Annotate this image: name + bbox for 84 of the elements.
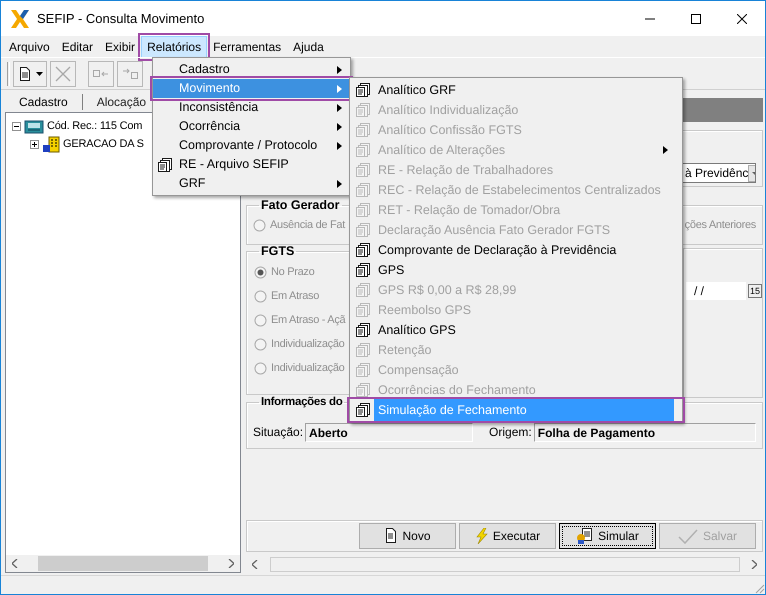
menu-item[interactable]: Analítico GRF [350,80,682,100]
caret-icon [36,72,43,76]
menu-item[interactable]: GPS [350,260,682,280]
submenu-arrow-icon [663,146,668,154]
submenu-arrow-icon [337,104,342,112]
field-label: Origem: [489,424,532,441]
action-button[interactable]: Simular [559,523,656,549]
checkmark-icon [678,528,698,544]
submenu-arrow-icon [337,84,342,92]
scrollbar-thumb[interactable] [38,556,208,571]
app-logo-icon [9,8,31,30]
resize-grip-icon[interactable] [753,582,765,594]
document-icon [17,66,33,82]
origin-field: Folha de Pagamento [534,422,756,442]
dropdown-field[interactable]: à Previdênc [682,163,756,183]
report-icon [355,222,371,238]
date-value: / / [694,284,704,298]
menu-bar-item[interactable]: Editar [56,36,100,58]
delete-icon [54,64,72,82]
report-icon [355,82,371,98]
report-icon [157,156,173,172]
scrollbar-thumb[interactable] [270,557,740,572]
report-icon [355,282,371,298]
register-icon [24,118,44,134]
tree-item[interactable]: GERACAO DA S [63,136,144,152]
date-field[interactable]: / / [686,282,746,300]
dropdown-value: à Previdênc [685,165,748,182]
menu-item[interactable]: Comprovante de Declaração à Previdência [350,240,682,260]
submenu-arrow-icon [337,142,342,150]
scroll-left-icon[interactable] [252,560,258,569]
report-icon [355,202,371,218]
scroll-right-icon[interactable] [228,559,234,568]
group-title: Fato Gerador [260,199,340,212]
horizontal-scrollbar[interactable] [6,555,240,572]
submenu-arrow-icon [337,66,342,74]
report-icon [355,122,371,138]
menu-item[interactable]: GRF [153,174,350,193]
menu-bar-item[interactable]: Ajuda [287,36,330,58]
action-button[interactable]: Executar [459,523,556,549]
menu-item[interactable]: Inconsistência [153,98,350,117]
report-icon [355,262,371,278]
group-title: FGTS [260,245,296,258]
report-icon [355,382,371,398]
menu-bar-item[interactable]: Ferramentas [207,36,288,58]
tab[interactable]: Alocação [92,92,150,112]
lightning-icon [474,528,488,544]
report-icon [355,182,371,198]
group-title: Informações do [260,397,344,408]
menu-item[interactable]: Analítico GPS [350,320,682,340]
window-title: SEFIP - Consulta Movimento [37,10,204,28]
menu-bar-item[interactable]: Arquivo [3,36,56,58]
simulate-icon [576,527,594,545]
menu-item[interactable]: Cadastro [153,60,350,79]
report-icon [355,362,371,378]
toolbar-button[interactable] [13,60,47,86]
menu-item[interactable]: Ocorrência [153,117,350,136]
action-button[interactable]: Novo [359,523,456,549]
submenu-arrow-icon [337,180,342,188]
report-icon [355,302,371,318]
calendar-button[interactable]: 15 [748,284,762,298]
menu-bar-item[interactable]: Exibir [99,36,142,58]
submenu-arrow-icon [337,122,342,130]
scroll-right-icon[interactable] [751,560,757,569]
tree-item[interactable]: Cód. Rec.: 115 Com [47,118,142,134]
report-icon [355,322,371,338]
field-label: Situação: [253,424,304,441]
menu-item[interactable]: Comprovante / Protocolo [153,136,350,155]
report-icon [355,242,371,258]
maximize-icon[interactable] [691,14,701,24]
menu-item[interactable]: RE - Arquivo SEFIP [153,155,350,174]
status-field: Aberto [305,422,474,442]
report-icon [355,102,371,118]
document-icon [384,528,398,544]
report-icon [355,342,371,358]
scroll-left-icon[interactable] [12,559,18,568]
option-label: ções Anteriores [684,218,756,234]
report-icon [355,142,371,158]
report-icon [355,402,371,418]
move-icon [121,66,139,82]
building-icon [42,136,60,152]
collapse-icon[interactable] [12,122,21,130]
close-icon[interactable] [737,14,747,24]
report-icon [355,162,371,178]
expand-icon[interactable] [30,140,39,148]
